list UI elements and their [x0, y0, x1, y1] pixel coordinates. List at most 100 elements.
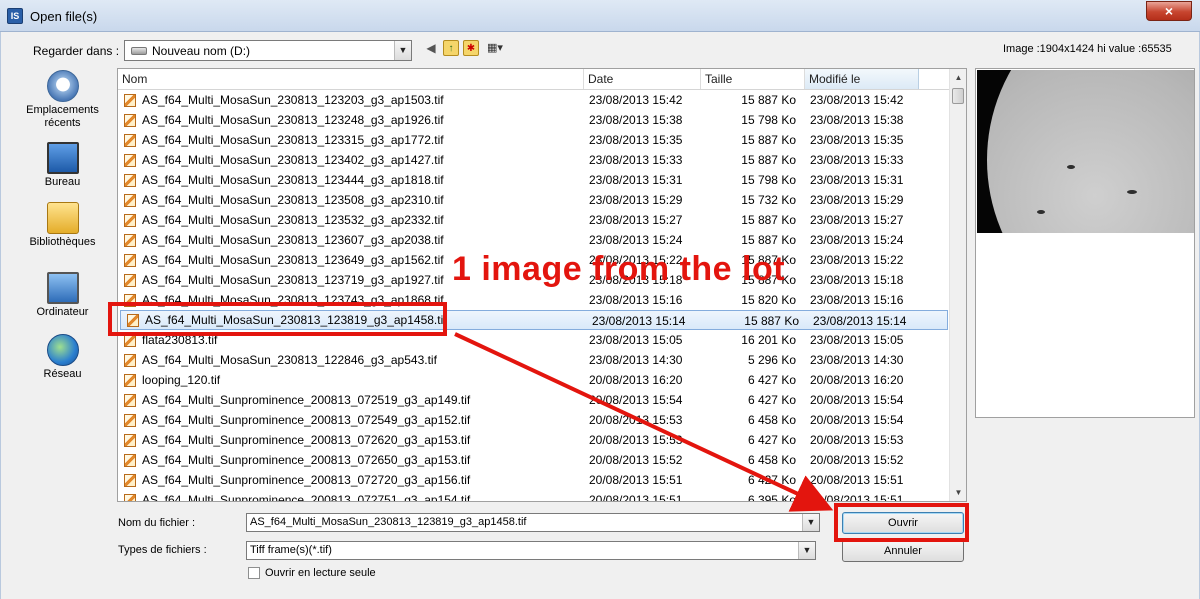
file-size: 6 458 Ko — [747, 413, 796, 427]
file-modified: 23/08/2013 15:35 — [810, 133, 904, 147]
vertical-scrollbar[interactable]: ▲ ▼ — [949, 69, 966, 501]
file-name: AS_f64_Multi_Sunprominence_200813_072751… — [142, 493, 471, 502]
file-modified: 23/08/2013 15:38 — [810, 113, 904, 127]
annotation-box-open — [834, 503, 969, 542]
readonly-checkbox[interactable] — [248, 567, 260, 579]
file-date: 23/08/2013 15:31 — [589, 173, 683, 187]
file-size: 6 427 Ko — [747, 373, 796, 387]
tif-file-icon — [124, 433, 136, 447]
file-name-cell: AS_f64_Multi_MosaSun_230813_123402_g3_ap… — [118, 150, 584, 170]
file-date: 23/08/2013 15:24 — [589, 233, 683, 247]
table-row[interactable]: AS_f64_Multi_MosaSun_230813_123532_g3_ap… — [118, 210, 950, 230]
file-size: 15 798 Ko — [741, 113, 796, 127]
file-name: AS_f64_Multi_MosaSun_230813_123719_g3_ap… — [142, 273, 444, 287]
scroll-thumb[interactable] — [952, 88, 964, 104]
file-name: AS_f64_Multi_Sunprominence_200813_072650… — [142, 453, 471, 467]
table-row[interactable]: AS_f64_Multi_Sunprominence_200813_072650… — [118, 450, 950, 470]
column-modified[interactable]: Modifié le — [805, 69, 919, 89]
up-folder-icon[interactable]: ↑ — [443, 40, 459, 56]
file-name-cell: AS_f64_Multi_MosaSun_230813_123248_g3_ap… — [118, 110, 584, 130]
table-row[interactable]: AS_f64_Multi_Sunprominence_200813_072751… — [118, 490, 950, 502]
chevron-down-icon[interactable]: ▼ — [802, 514, 819, 531]
title-bar: IS Open file(s) × — [0, 0, 1200, 32]
table-row[interactable]: AS_f64_Multi_Sunprominence_200813_072519… — [118, 390, 950, 410]
look-in-combo[interactable]: Nouveau nom (D:) ▼ — [124, 40, 412, 61]
tif-file-icon — [124, 133, 136, 147]
place-recent[interactable]: Emplacements récents — [15, 70, 110, 130]
table-row[interactable]: AS_f64_Multi_MosaSun_230813_123444_g3_ap… — [118, 170, 950, 190]
file-name-cell: AS_f64_Multi_Sunprominence_200813_072519… — [118, 390, 584, 410]
new-folder-icon[interactable]: ✱ — [463, 40, 479, 56]
filename-label: Nom du fichier : — [118, 517, 196, 529]
file-name: AS_f64_Multi_Sunprominence_200813_072620… — [142, 433, 471, 447]
file-name: AS_f64_Multi_MosaSun_230813_123402_g3_ap… — [142, 153, 444, 167]
filename-field[interactable]: AS_f64_Multi_MosaSun_230813_123819_g3_ap… — [246, 513, 820, 532]
file-name: AS_f64_Multi_MosaSun_230813_123315_g3_ap… — [142, 133, 444, 147]
file-size: 6 427 Ko — [747, 473, 796, 487]
chevron-down-icon[interactable]: ▼ — [394, 41, 411, 60]
table-row[interactable]: AS_f64_Multi_Sunprominence_200813_072620… — [118, 430, 950, 450]
file-modified: 20/08/2013 15:53 — [810, 433, 904, 447]
tif-file-icon — [124, 413, 136, 427]
places-bar: Emplacements récents Bureau Bibliothèque… — [15, 68, 110, 408]
file-name-cell: AS_f64_Multi_MosaSun_230813_123508_g3_ap… — [118, 190, 584, 210]
column-date[interactable]: Date — [584, 69, 701, 89]
filetype-label: Types de fichiers : — [118, 544, 207, 556]
view-menu-icon[interactable]: ▦▾ — [483, 40, 507, 56]
file-name-cell: AS_f64_Multi_Sunprominence_200813_072620… — [118, 430, 584, 450]
table-row[interactable]: AS_f64_Multi_MosaSun_230813_122846_g3_ap… — [118, 350, 950, 370]
file-size: 16 201 Ko — [741, 333, 796, 347]
table-row[interactable]: AS_f64_Multi_MosaSun_230813_123607_g3_ap… — [118, 230, 950, 250]
scroll-down-icon[interactable]: ▼ — [950, 484, 966, 501]
file-date: 20/08/2013 15:51 — [589, 473, 683, 487]
file-name-cell: AS_f64_Multi_MosaSun_230813_123444_g3_ap… — [118, 170, 584, 190]
table-row[interactable]: AS_f64_Multi_Sunprominence_200813_072549… — [118, 410, 950, 430]
close-button[interactable]: × — [1146, 1, 1192, 21]
file-modified: 23/08/2013 15:14 — [813, 314, 907, 328]
filetype-select[interactable]: Tiff frame(s)(*.tif) ▼ — [246, 541, 816, 560]
file-modified: 23/08/2013 15:29 — [810, 193, 904, 207]
file-name-cell: AS_f64_Multi_MosaSun_230813_122846_g3_ap… — [118, 350, 584, 370]
file-size: 15 820 Ko — [741, 293, 796, 307]
place-label: Ordinateur — [36, 306, 89, 318]
file-size: 6 427 Ko — [747, 433, 796, 447]
tif-file-icon — [124, 193, 136, 207]
tif-file-icon — [124, 393, 136, 407]
place-network[interactable]: Réseau — [15, 334, 110, 380]
chevron-down-icon[interactable]: ▼ — [798, 542, 815, 559]
table-row[interactable]: looping_120.tif 20/08/2013 16:20 6 427 Ko 2… — [118, 370, 950, 390]
preview-image — [977, 70, 1194, 233]
scroll-up-icon[interactable]: ▲ — [950, 69, 966, 86]
cancel-button[interactable]: Annuler — [842, 540, 964, 562]
computer-icon — [46, 272, 79, 304]
recent-places-icon — [46, 70, 79, 102]
filename-value: AS_f64_Multi_MosaSun_230813_123819_g3_ap… — [250, 516, 527, 528]
look-in-value: Nouveau nom (D:) — [152, 44, 251, 58]
tif-file-icon — [124, 93, 136, 107]
file-modified: 20/08/2013 15:52 — [810, 453, 904, 467]
file-name-cell: AS_f64_Multi_MosaSun_230813_123607_g3_ap… — [118, 230, 584, 250]
table-row[interactable]: AS_f64_Multi_Sunprominence_200813_072720… — [118, 470, 950, 490]
tif-file-icon — [124, 233, 136, 247]
file-date: 23/08/2013 14:30 — [589, 353, 683, 367]
file-name-cell: looping_120.tif — [118, 370, 584, 390]
file-name: AS_f64_Multi_MosaSun_230813_123532_g3_ap… — [142, 213, 444, 227]
column-size[interactable]: Taille — [701, 69, 805, 89]
table-row[interactable]: AS_f64_Multi_MosaSun_230813_123508_g3_ap… — [118, 190, 950, 210]
file-date: 23/08/2013 15:38 — [589, 113, 683, 127]
column-name[interactable]: Nom — [118, 69, 584, 89]
file-modified: 23/08/2013 15:33 — [810, 153, 904, 167]
table-row[interactable]: AS_f64_Multi_MosaSun_230813_123315_g3_ap… — [118, 130, 950, 150]
file-modified: 20/08/2013 16:20 — [810, 373, 904, 387]
app-icon: IS — [7, 8, 23, 24]
file-modified: 23/08/2013 15:31 — [810, 173, 904, 187]
place-computer[interactable]: Ordinateur — [15, 268, 110, 318]
look-in-label: Regarder dans : — [33, 44, 120, 58]
file-name-cell: AS_f64_Multi_Sunprominence_200813_072751… — [118, 490, 584, 502]
table-row[interactable]: AS_f64_Multi_MosaSun_230813_123248_g3_ap… — [118, 110, 950, 130]
table-row[interactable]: AS_f64_Multi_MosaSun_230813_123203_g3_ap… — [118, 90, 950, 110]
back-icon[interactable]: ◀ — [423, 40, 439, 56]
table-row[interactable]: AS_f64_Multi_MosaSun_230813_123402_g3_ap… — [118, 150, 950, 170]
place-desktop[interactable]: Bureau — [15, 138, 110, 188]
place-libraries[interactable]: Bibliothèques — [15, 202, 110, 248]
